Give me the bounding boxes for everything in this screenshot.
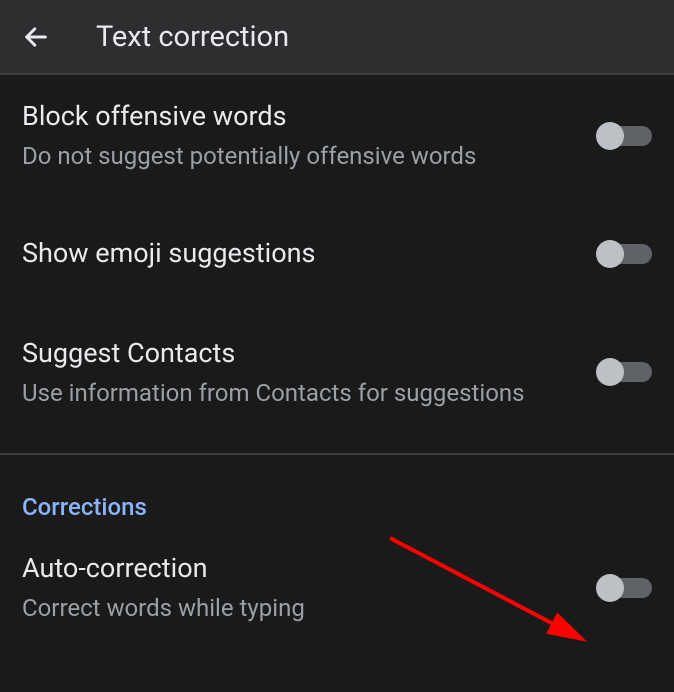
- section-header-corrections: Corrections: [0, 455, 674, 533]
- toggle-suggest-contacts[interactable]: [602, 362, 652, 382]
- setting-text: Suggest Contacts Use information from Co…: [22, 336, 602, 409]
- setting-title: Suggest Contacts: [22, 336, 582, 371]
- toggle-block-offensive[interactable]: [602, 126, 652, 146]
- page-title: Text correction: [96, 20, 289, 54]
- toggle-thumb: [596, 240, 624, 268]
- setting-title: Block offensive words: [22, 99, 582, 134]
- toggle-thumb: [596, 358, 624, 386]
- setting-emoji-suggestions[interactable]: Show emoji suggestions: [0, 196, 674, 311]
- setting-text: Auto-correction Correct words while typi…: [22, 551, 602, 624]
- app-header: Text correction: [0, 0, 674, 75]
- setting-text: Show emoji suggestions: [22, 236, 602, 271]
- toggle-thumb: [596, 574, 624, 602]
- setting-title: Auto-correction: [22, 551, 582, 586]
- setting-text: Block offensive words Do not suggest pot…: [22, 99, 602, 172]
- toggle-thumb: [596, 122, 624, 150]
- setting-subtitle: Do not suggest potentially offensive wor…: [22, 140, 582, 172]
- setting-title: Show emoji suggestions: [22, 236, 582, 271]
- back-button[interactable]: [12, 13, 60, 61]
- setting-block-offensive-words[interactable]: Block offensive words Do not suggest pot…: [0, 75, 674, 196]
- setting-suggest-contacts[interactable]: Suggest Contacts Use information from Co…: [0, 312, 674, 433]
- setting-subtitle: Use information from Contacts for sugges…: [22, 377, 582, 409]
- setting-subtitle: Correct words while typing: [22, 592, 582, 624]
- toggle-emoji-suggestions[interactable]: [602, 244, 652, 264]
- setting-auto-correction[interactable]: Auto-correction Correct words while typi…: [0, 533, 674, 648]
- back-arrow-icon: [22, 23, 50, 51]
- toggle-auto-correction[interactable]: [602, 578, 652, 598]
